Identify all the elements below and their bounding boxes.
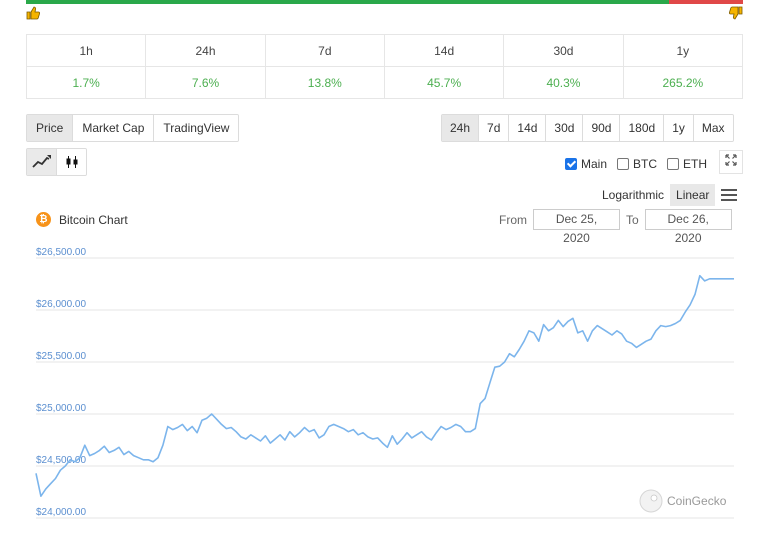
y-tick-label: $24,000.00 [36, 507, 86, 518]
price-series-line [35, 274, 734, 497]
y-tick-label: $25,000.00 [36, 403, 86, 414]
coingecko-credit: CoinGecko [667, 494, 727, 508]
y-tick-label: $26,500.00 [36, 247, 86, 258]
y-tick-label: $24,500.00 [36, 455, 86, 466]
y-tick-label: $25,500.00 [36, 351, 86, 362]
y-tick-label: $26,000.00 [36, 299, 86, 310]
coingecko-logo-icon [639, 489, 663, 513]
chart-gridlines [36, 257, 734, 519]
price-chart: $24,000.00 $24,500.00 $25,000.00 $25,500.00… [35, 247, 734, 519]
y-axis-ticks: $24,000.00 $24,500.00 $25,000.00 $25,500.00… [36, 247, 86, 518]
coingecko-logo-eye [650, 494, 658, 502]
coingecko-watermark: CoinGecko [639, 489, 727, 513]
